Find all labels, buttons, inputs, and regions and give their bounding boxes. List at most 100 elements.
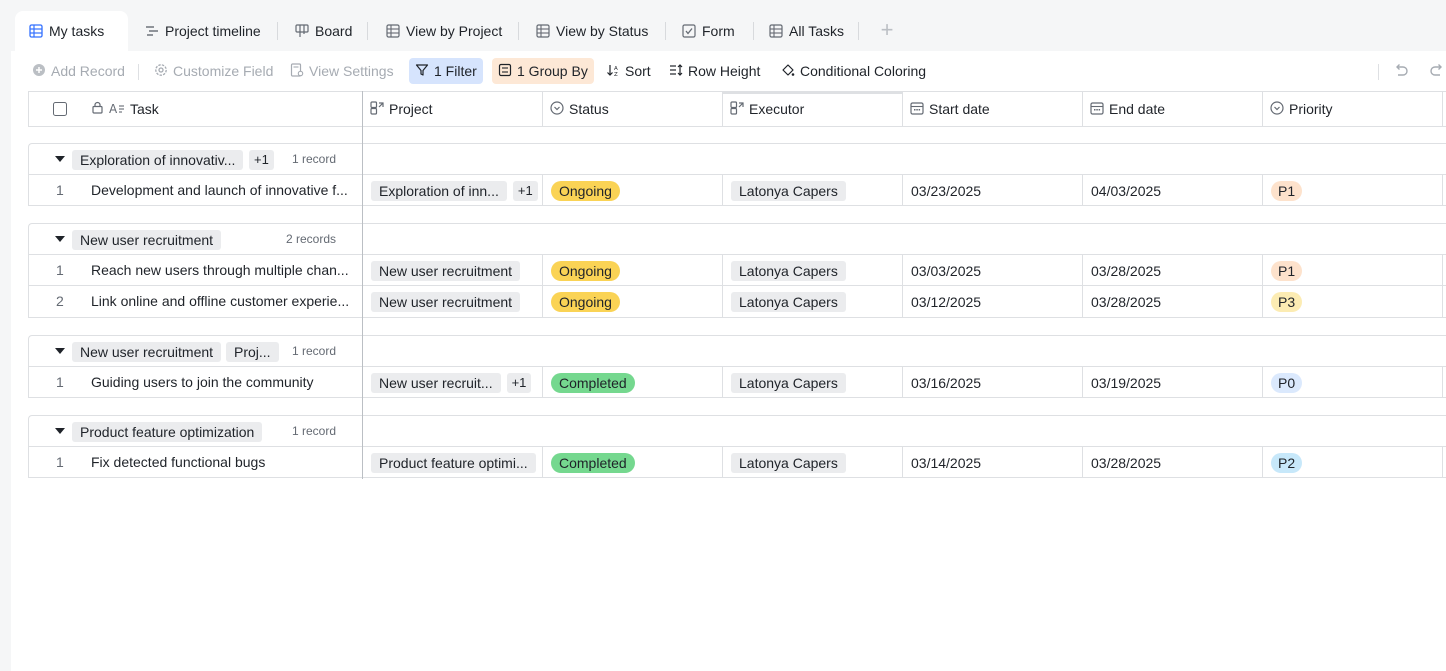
column-header-status[interactable]: Status	[543, 92, 723, 126]
row-number: 1	[56, 374, 64, 390]
group-header[interactable]: New user recruitment Proj... 1 record	[28, 335, 1446, 367]
status-badge: Ongoing	[551, 180, 620, 201]
group-tag: New user recruitment	[72, 230, 222, 250]
executor-tag: Latonya Capers	[731, 260, 846, 281]
add-view-icon[interactable]: +	[877, 19, 897, 41]
calendar-icon	[910, 101, 924, 118]
status-cell[interactable]: Completed	[543, 447, 723, 478]
gantt-icon	[145, 24, 159, 38]
project-tag: Product feature optimi...	[371, 452, 536, 473]
caret-down-icon[interactable]	[55, 348, 65, 354]
task-cell[interactable]: Guiding users to join the community	[91, 367, 363, 398]
executor-cell[interactable]: Latonya Capers	[723, 367, 903, 398]
end-date-cell[interactable]: 03/19/2025	[1083, 367, 1263, 398]
project-cell[interactable]: New user recruitment	[363, 286, 543, 317]
executor-tag: Latonya Capers	[731, 180, 846, 201]
redo-icon[interactable]	[1428, 61, 1446, 81]
task-cell[interactable]: Reach new users through multiple chan...	[91, 255, 363, 286]
select-all-checkbox[interactable]	[29, 92, 91, 126]
table-row[interactable]: 1 Guiding users to join the community New …	[28, 366, 1446, 398]
end-date-cell[interactable]: 03/28/2025	[1083, 255, 1263, 286]
start-date-cell[interactable]: 03/16/2025	[903, 367, 1083, 398]
column-header-project[interactable]: Project	[363, 92, 543, 126]
column-header-start-date[interactable]: Start date	[903, 92, 1083, 126]
conditional-coloring-button[interactable]: Conditional Coloring	[775, 58, 932, 84]
tab-board[interactable]: Board	[281, 11, 366, 51]
start-date-cell[interactable]: 03/14/2025	[903, 447, 1083, 478]
priority-cell[interactable]: P2	[1263, 447, 1443, 478]
end-date-cell[interactable]: 03/28/2025	[1083, 286, 1263, 317]
undo-icon[interactable]	[1392, 61, 1412, 81]
task-cell[interactable]: Development and launch of innovative f..…	[91, 175, 363, 206]
project-cell[interactable]: New user recruit... +1	[363, 367, 543, 398]
priority-badge: P2	[1271, 452, 1303, 473]
start-date-cell[interactable]: 03/03/2025	[903, 255, 1083, 286]
column-header-end-date[interactable]: End date	[1083, 92, 1263, 126]
tab-form[interactable]: Form	[668, 11, 749, 51]
table-row[interactable]: 1 Fix detected functional bugs Product fea…	[28, 446, 1446, 478]
executor-cell[interactable]: Latonya Capers	[723, 286, 903, 317]
status-cell[interactable]: Completed	[543, 367, 723, 398]
filter-button[interactable]: 1 Filter	[409, 58, 483, 84]
executor-cell[interactable]: Latonya Capers	[723, 447, 903, 478]
tab-my-tasks[interactable]: My tasks	[15, 11, 128, 51]
group-header[interactable]: Exploration of innovativ... +1 1 record	[28, 143, 1446, 175]
caret-down-icon[interactable]	[55, 428, 65, 434]
group-record-count: 1 record	[292, 344, 337, 358]
group-by-button[interactable]: 1 Group By	[492, 58, 594, 84]
project-cell[interactable]: New user recruitment	[363, 255, 543, 286]
end-date-cell[interactable]: 04/03/2025	[1083, 175, 1263, 206]
executor-cell[interactable]: Latonya Capers	[723, 175, 903, 206]
task-cell[interactable]: Fix detected functional bugs	[91, 447, 363, 478]
priority-cell[interactable]: P0	[1263, 367, 1443, 398]
tab-project-timeline[interactable]: Project timeline	[131, 11, 275, 51]
tab-divider	[518, 22, 519, 40]
row-height-button[interactable]: Row Height	[663, 58, 766, 84]
add-record-button[interactable]: Add Record	[26, 58, 131, 84]
sort-button[interactable]: AZ Sort	[600, 58, 657, 84]
paint-bucket-icon	[781, 63, 795, 80]
status-cell[interactable]: Ongoing	[543, 175, 723, 206]
grid-table-icon	[386, 24, 400, 38]
table-row[interactable]: 2 Link online and offline customer experi…	[28, 286, 1446, 318]
executor-tag: Latonya Capers	[731, 372, 846, 393]
priority-cell[interactable]: P1	[1263, 255, 1443, 286]
group-header[interactable]: Product feature optimization 1 record	[28, 415, 1446, 447]
project-tag: New user recruitment	[371, 260, 521, 281]
tab-label: Board	[315, 23, 353, 39]
end-date-cell[interactable]: 03/28/2025	[1083, 447, 1263, 478]
group-header[interactable]: New user recruitment 2 records	[28, 223, 1446, 255]
task-cell[interactable]: Link online and offline customer experie…	[91, 286, 363, 317]
customize-field-button[interactable]: Customize Field	[148, 58, 279, 84]
filter-label: 1 Filter	[434, 63, 477, 79]
caret-down-icon[interactable]	[55, 156, 65, 162]
executor-cell[interactable]: Latonya Capers	[723, 255, 903, 286]
table-row[interactable]: 1 Reach new users through multiple chan..…	[28, 254, 1446, 286]
lock-icon	[91, 101, 104, 117]
view-toolbar: Add Record Customize Field View Settings…	[11, 51, 1446, 91]
table-row[interactable]: 1 Development and launch of innovative f.…	[28, 174, 1446, 206]
tab-view-by-status[interactable]: View by Status	[522, 11, 662, 51]
caret-down-icon[interactable]	[55, 236, 65, 242]
priority-cell[interactable]: P1	[1263, 175, 1443, 206]
status-cell[interactable]: Ongoing	[543, 255, 723, 286]
executor-tag: Latonya Capers	[731, 452, 846, 473]
column-header-priority[interactable]: Priority	[1263, 92, 1443, 126]
start-date-cell[interactable]: 03/12/2025	[903, 286, 1083, 317]
start-date-cell[interactable]: 03/23/2025	[903, 175, 1083, 206]
tab-label: Project timeline	[165, 23, 261, 39]
project-cell[interactable]: Exploration of inn... +1	[363, 175, 543, 206]
status-cell[interactable]: Ongoing	[543, 286, 723, 317]
tab-view-by-project[interactable]: View by Project	[372, 11, 516, 51]
tab-label: Form	[702, 23, 735, 39]
column-header-task[interactable]: A Task	[84, 92, 363, 126]
project-cell[interactable]: Product feature optimi...	[363, 447, 543, 478]
sort-label: Sort	[625, 63, 651, 79]
view-settings-button[interactable]: View Settings	[284, 58, 400, 84]
data-grid: A Task Project Status Executor Start dat…	[28, 91, 1446, 491]
tab-all-tasks[interactable]: All Tasks	[755, 11, 858, 51]
grid-table-icon	[536, 24, 550, 38]
priority-cell[interactable]: P3	[1263, 286, 1443, 317]
tab-divider	[277, 22, 278, 40]
column-header-executor[interactable]: Executor	[723, 92, 903, 126]
